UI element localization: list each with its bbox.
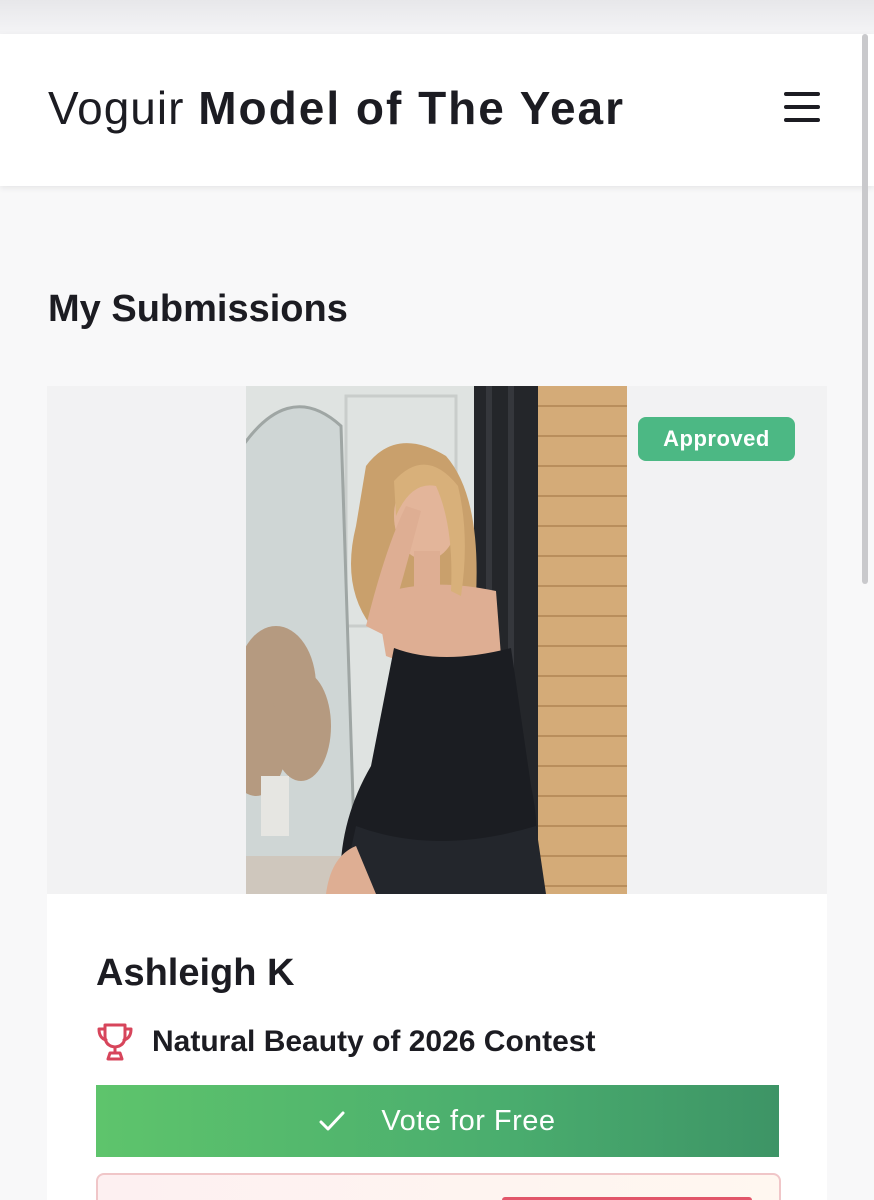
menu-line: [784, 118, 820, 122]
vote-button-label: Vote for Free: [381, 1104, 556, 1137]
promo-box: [96, 1173, 781, 1200]
submission-photo[interactable]: [246, 386, 627, 894]
submission-details: Ashleigh K Natural Beauty of 2026 Contes…: [47, 894, 827, 1200]
vote-for-free-button[interactable]: Vote for Free: [96, 1085, 779, 1157]
submission-card: Approved Ashleigh K Natural Beauty of 20…: [47, 386, 827, 1200]
site-header: Voguir Model of The Year: [0, 34, 874, 186]
model-photo-illustration: [246, 386, 627, 894]
page-title: My Submissions: [48, 288, 348, 330]
submission-photo-area: Approved: [47, 386, 827, 894]
model-name: Ashleigh K: [96, 952, 295, 994]
site-logo[interactable]: Voguir Model of The Year: [48, 80, 625, 136]
checkmark-icon: [319, 1111, 345, 1131]
top-shade: [0, 0, 874, 34]
status-badge: Approved: [638, 417, 795, 461]
contest-name: Natural Beauty of 2026 Contest: [152, 1025, 596, 1058]
menu-line: [784, 92, 820, 96]
brand-name: Voguir: [48, 82, 185, 134]
scrollbar[interactable]: [862, 34, 868, 584]
brand-tagline: Model of The Year: [198, 82, 626, 134]
page: Voguir Model of The Year My Submissions: [0, 0, 874, 1200]
contest-row: Natural Beauty of 2026 Contest: [96, 1019, 595, 1065]
trophy-icon: [97, 1023, 133, 1061]
menu-line: [784, 105, 820, 109]
hamburger-menu-icon[interactable]: [780, 88, 824, 128]
